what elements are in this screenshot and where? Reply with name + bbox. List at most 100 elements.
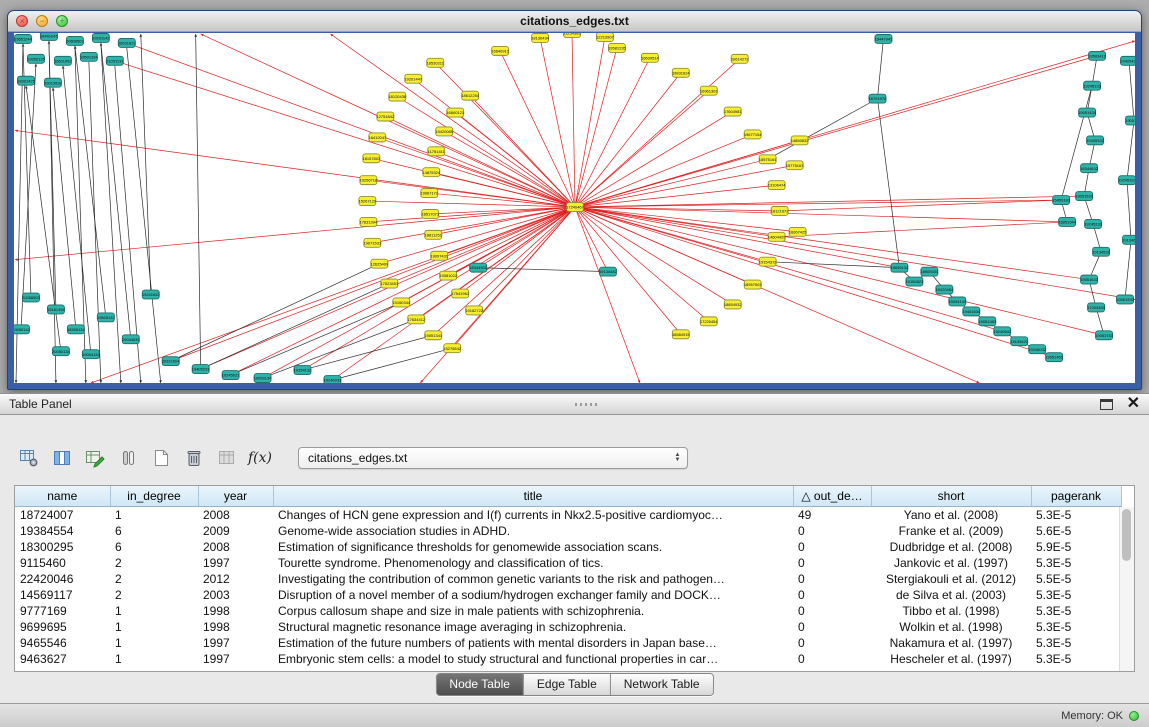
graph-edge[interactable] xyxy=(575,207,1104,335)
cell-year[interactable]: 2012 xyxy=(198,571,273,587)
network-graph[interactable]: 1724046718530211192014471812043612751842… xyxy=(14,33,1135,383)
cell-name[interactable]: 22420046 xyxy=(15,571,110,587)
graph-node[interactable]: 14604425 xyxy=(768,232,786,241)
tab-node-table[interactable]: Node Table xyxy=(436,674,524,695)
graph-node[interactable]: 19201447 xyxy=(404,74,422,83)
graph-node[interactable]: 19067172 xyxy=(420,189,438,198)
graph-node[interactable]: 19051533 xyxy=(1075,192,1093,201)
cell-in_degree[interactable]: 6 xyxy=(110,523,198,539)
table-row[interactable]: 946554611997Estimation of the future num… xyxy=(15,635,1121,651)
table-row[interactable]: 977716911998Corpus callosum shape and si… xyxy=(15,603,1121,619)
graph-edge[interactable] xyxy=(15,130,575,207)
graph-node[interactable]: 10614272 xyxy=(731,54,749,63)
cell-title[interactable]: Genome-wide association studies in ADHD. xyxy=(273,523,793,539)
table-row[interactable]: 1456911722003Disruption of a novel membe… xyxy=(15,587,1121,603)
graph-node[interactable]: 12751842 xyxy=(376,112,394,121)
cell-pagerank[interactable]: 5.3E-5 xyxy=(1031,651,1121,667)
graph-edge[interactable] xyxy=(263,207,575,378)
table-row[interactable]: 946362711997Embryonic stem cells: a mode… xyxy=(15,651,1121,667)
graph-node[interactable]: 19051733 xyxy=(1095,331,1113,340)
graph-edge[interactable] xyxy=(777,222,1067,237)
graph-node[interactable]: 18905334 xyxy=(921,267,939,276)
cell-short[interactable]: Tibbo et al. (1998) xyxy=(871,603,1031,619)
cell-out_de[interactable]: 49 xyxy=(793,506,871,523)
graph-node[interactable]: 18584915 xyxy=(672,330,690,339)
graph-node[interactable]: 17523451 xyxy=(380,279,398,288)
cell-year[interactable]: 1997 xyxy=(198,635,273,651)
zoom-window-button[interactable]: + xyxy=(56,15,68,27)
graph-node[interactable]: 13106474 xyxy=(768,181,786,190)
graph-edge[interactable] xyxy=(575,196,1084,207)
graph-edge[interactable] xyxy=(575,59,740,207)
graph-node[interactable]: 19420085 xyxy=(435,127,453,136)
cell-in_degree[interactable]: 1 xyxy=(110,635,198,651)
graph-node[interactable]: 19405332 xyxy=(1086,136,1104,145)
graph-edge[interactable] xyxy=(171,264,380,361)
graph-node[interactable]: 18121672 xyxy=(771,207,789,216)
graph-edge[interactable] xyxy=(478,268,608,272)
graph-edge[interactable] xyxy=(877,99,899,268)
graph-node[interactable]: 15267129 xyxy=(359,197,377,206)
function-builder-button[interactable]: f(x) xyxy=(247,445,273,471)
graph-node[interactable]: 18491045 xyxy=(40,33,58,40)
graph-edge[interactable] xyxy=(575,207,1054,357)
graph-edge[interactable] xyxy=(877,39,883,99)
graph-node[interactable]: 19401634 xyxy=(962,307,980,316)
cell-year[interactable]: 2008 xyxy=(198,539,273,555)
column-header-pagerank[interactable]: pagerank xyxy=(1031,486,1121,506)
graph-node[interactable]: 19051363 xyxy=(978,317,996,326)
cell-short[interactable]: Wolkin et al. (1998) xyxy=(871,619,1031,635)
cell-name[interactable]: 9115460 xyxy=(15,555,110,571)
graph-edge[interactable] xyxy=(474,207,575,310)
table-vertical-scrollbar[interactable] xyxy=(1119,507,1134,671)
graph-node[interactable]: 19581235 xyxy=(608,43,626,52)
cell-year[interactable]: 2003 xyxy=(198,587,273,603)
graph-node[interactable]: 11751411 xyxy=(428,147,446,156)
graph-node[interactable]: 19381022 xyxy=(439,271,457,280)
graph-node[interactable]: 19134632 xyxy=(1122,235,1135,244)
graph-node[interactable]: 16640912 xyxy=(491,46,509,55)
cell-in_degree[interactable]: 1 xyxy=(110,619,198,635)
cell-pagerank[interactable]: 5.3E-5 xyxy=(1031,619,1121,635)
graph-edge[interactable] xyxy=(460,207,575,294)
graph-node[interactable]: 19050142 xyxy=(14,325,30,334)
graph-edge[interactable] xyxy=(575,37,605,207)
graph-edge[interactable] xyxy=(196,34,201,369)
cell-short[interactable]: Franke et al. (2009) xyxy=(871,523,1031,539)
column-header-year[interactable]: year xyxy=(198,486,273,506)
graph-node[interactable]: 19447943 xyxy=(875,34,893,43)
graph-node[interactable]: 16791975 xyxy=(869,94,887,103)
tab-edge-table[interactable]: Edge Table xyxy=(524,674,611,695)
graph-node[interactable]: 19501334 xyxy=(80,52,98,61)
graph-node[interactable]: 14850832 xyxy=(791,136,809,145)
cell-name[interactable]: 9699695 xyxy=(15,619,110,635)
cell-pagerank[interactable]: 5.9E-5 xyxy=(1031,539,1121,555)
cell-pagerank[interactable]: 5.3E-5 xyxy=(1031,635,1121,651)
cell-year[interactable]: 1997 xyxy=(198,555,273,571)
column-header-in_degree[interactable]: in_degree xyxy=(110,486,198,506)
graph-edge[interactable] xyxy=(231,302,402,375)
cell-short[interactable]: Stergiakouli et al. (2012) xyxy=(871,571,1031,587)
graph-node[interactable]: 18301425 xyxy=(17,76,35,85)
cell-title[interactable]: Changes of HCN gene expression and I(f) … xyxy=(273,506,793,523)
graph-node[interactable]: 18811251 xyxy=(425,230,443,239)
graph-node[interactable]: 18854932 xyxy=(724,300,742,309)
cell-short[interactable]: Jankovic et al. (1997) xyxy=(871,555,1031,571)
cell-name[interactable]: 18724007 xyxy=(15,506,110,523)
cell-title[interactable]: Investigating the contribution of common… xyxy=(273,571,793,587)
graph-node[interactable]: 19071533 xyxy=(364,238,382,247)
graph-node[interactable]: 19245233 xyxy=(1084,219,1102,228)
graph-node[interactable]: 16611052 xyxy=(54,56,71,65)
graph-node[interactable]: 19135422 xyxy=(1010,337,1028,346)
cell-out_de[interactable]: 0 xyxy=(793,651,871,667)
panel-resize-grip[interactable] xyxy=(575,403,597,406)
cell-year[interactable]: 1997 xyxy=(198,651,273,667)
graph-node[interactable]: 18157803 xyxy=(363,154,381,163)
cell-year[interactable]: 1998 xyxy=(198,619,273,635)
graph-node[interactable]: 20050134 xyxy=(52,347,70,356)
graph-node[interactable]: 20321504 xyxy=(162,357,180,366)
cell-in_degree[interactable]: 1 xyxy=(110,506,198,523)
graph-node[interactable]: 19150344 xyxy=(392,298,410,307)
cell-out_de[interactable]: 0 xyxy=(793,587,871,603)
graph-edge[interactable] xyxy=(575,159,768,207)
